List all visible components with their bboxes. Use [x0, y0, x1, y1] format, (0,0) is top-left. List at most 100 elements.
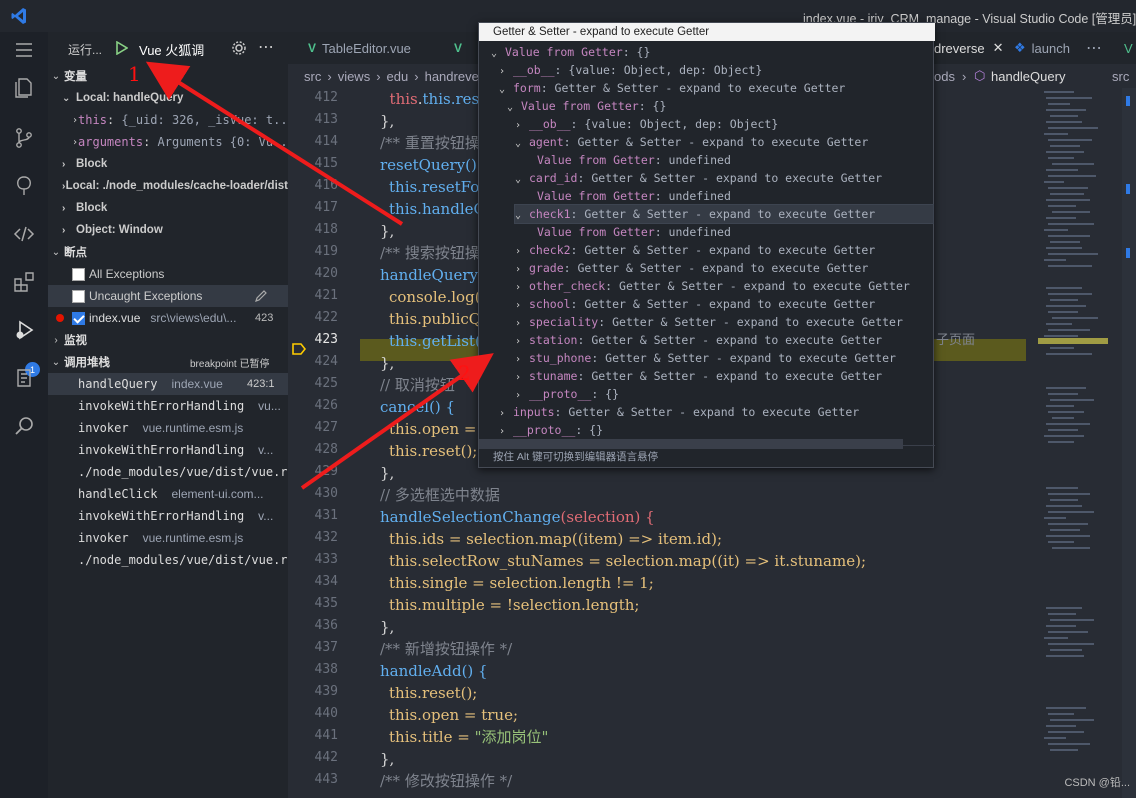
menu-icon[interactable]	[10, 36, 38, 64]
launch-config-select[interactable]: Vue 火狐调	[139, 40, 204, 59]
breakpoint-file[interactable]: index.vue src\views\edu\... 423	[48, 307, 288, 329]
callstack-frame[interactable]: handleQuery index.vue 423:1	[48, 373, 288, 395]
breakpoint-arrow-icon	[292, 343, 306, 355]
gear-icon[interactable]	[231, 40, 247, 56]
frame-name: invokeWithErrorHandling	[78, 443, 245, 457]
hover-tree-row[interactable]: › station: Getter & Setter - expand to ex…	[515, 331, 882, 349]
variable-this[interactable]: › this: {_uid: 326, _isVue: t...	[48, 109, 288, 131]
start-debug-icon[interactable]	[116, 41, 128, 55]
variable-arguments[interactable]: › arguments: Arguments {0: Vu...	[48, 131, 288, 153]
hover-tree-row[interactable]: Value from Getter: undefined	[523, 151, 731, 169]
hover-tree-row[interactable]: › check2: Getter & Setter - expand to exe…	[515, 241, 875, 259]
hover-key: speciality	[529, 315, 599, 329]
callstack-frame[interactable]: invoker vue.runtime.esm.js	[48, 527, 288, 549]
source-control-icon[interactable]	[10, 124, 38, 152]
hover-tree-row[interactable]: › __ob__: {value: Object, dep: Object}	[515, 115, 778, 133]
callstack-frame[interactable]: handleClick element-ui.com...	[48, 483, 288, 505]
hover-tree-row[interactable]: › speciality: Getter & Setter - expand to…	[515, 313, 903, 331]
edit-icon[interactable]	[254, 289, 268, 303]
search-icon[interactable]	[10, 412, 38, 440]
code-line: console.log(	[389, 288, 481, 306]
breakpoint-dot-icon	[56, 314, 64, 322]
close-icon[interactable]: ✕	[993, 40, 1004, 56]
hover-tree-row[interactable]: ⌄ Value from Getter: {}	[507, 97, 666, 115]
hover-tree-row[interactable]: › other_check: Getter & Setter - expand t…	[515, 277, 910, 295]
hover-value: : undefined	[654, 189, 731, 203]
code-line: // 取消按钮	[380, 376, 455, 394]
callstack-frame[interactable]: invokeWithErrorHandling vu...	[48, 395, 288, 417]
tab-tableeditor[interactable]: V TableEditor.vue	[308, 32, 411, 64]
breakpoints-header[interactable]: ⌄ 断点	[48, 241, 288, 263]
code-icon[interactable]	[10, 220, 38, 248]
breakpoint-uncaught-exceptions[interactable]: Uncaught Exceptions	[48, 285, 288, 307]
hover-tree-row[interactable]: › grade: Getter & Setter - expand to exec…	[515, 259, 868, 277]
test-icon[interactable]	[10, 364, 38, 392]
crumb-views[interactable]: views	[338, 69, 371, 84]
code-line: handleSelectionChange(selection) {	[380, 508, 655, 526]
checkbox[interactable]	[72, 289, 85, 303]
tabs-more-icon[interactable]: ⋯	[1086, 32, 1102, 64]
callstack-header[interactable]: ⌄ 调用堆栈 breakpoint 已暂停	[48, 351, 288, 373]
chevron-right-icon: ›	[962, 68, 967, 84]
vue-file-icon: V	[454, 41, 463, 55]
code-line: this.resetFo	[389, 178, 480, 196]
callstack-frame[interactable]: invoker vue.runtime.esm.js	[48, 417, 288, 439]
line-number: 421	[314, 288, 338, 303]
minimap[interactable]	[1038, 88, 1108, 798]
hover-tree-row[interactable]: ⌄ check1: Getter & Setter - expand to exe…	[514, 204, 934, 224]
breakpoint-all-exceptions[interactable]: All Exceptions	[48, 263, 288, 285]
line-number: 424	[314, 354, 338, 369]
crumb-edu[interactable]: edu	[387, 69, 409, 84]
scope-local-module[interactable]: › Local: ./node_modules/cache-loader/dist	[48, 175, 288, 197]
run-debug-icon[interactable]	[10, 316, 38, 344]
crumb-src-2[interactable]: src	[1112, 69, 1129, 84]
callstack-frame[interactable]: invokeWithErrorHandling v...	[48, 439, 288, 461]
hover-tree-row[interactable]: ⌄ card_id: Getter & Setter - expand to ex…	[515, 169, 882, 187]
tab-handreverse[interactable]: dreverse ✕	[934, 32, 1003, 64]
watch-header[interactable]: › 监视	[48, 329, 288, 351]
scope-block-2[interactable]: › Block	[48, 197, 288, 219]
scope-window[interactable]: › Object: Window	[48, 219, 288, 241]
hover-tree-row[interactable]: › inputs: Getter & Setter - expand to exe…	[499, 403, 859, 421]
crumb-methods[interactable]: ods	[934, 69, 955, 84]
hover-tree-row[interactable]: ⌄ form: Getter & Setter - expand to execu…	[499, 79, 845, 97]
checkbox[interactable]	[72, 311, 85, 325]
hover-tree-row[interactable]: Value from Getter: undefined	[523, 223, 731, 241]
hover-value: : Getter & Setter - expand to execute Ge…	[577, 333, 883, 347]
tab-launch[interactable]: ❖ launch	[1014, 32, 1070, 64]
more-icon[interactable]: ⋯	[258, 37, 274, 57]
scope-local[interactable]: ⌄ Local: handleQuery	[48, 87, 288, 109]
tree-icon[interactable]	[10, 172, 38, 200]
crumb-src[interactable]: src	[304, 69, 321, 84]
variables-header[interactable]: ⌄ 变量	[48, 65, 288, 87]
hover-tree-row[interactable]: ⌄ Value from Getter: {}	[491, 43, 650, 61]
hover-tree-row[interactable]: › __proto__: {}	[499, 421, 603, 439]
chevron-right-icon: ›	[62, 158, 66, 170]
scope-block[interactable]: › Block	[48, 153, 288, 175]
explorer-icon[interactable]	[10, 74, 38, 102]
crumb-handlequery[interactable]: handleQuery	[991, 69, 1065, 84]
code-line: this.selectRow_stuNames = selection.map(…	[389, 552, 866, 570]
extensions-icon[interactable]	[10, 268, 38, 296]
hover-tree-row[interactable]: › stu_phone: Getter & Setter - expand to …	[515, 349, 896, 367]
callstack-frame[interactable]: ./node_modules/vue/dist/vue.ru	[48, 461, 288, 483]
hover-tree-row[interactable]: Value from Getter: undefined	[523, 187, 731, 205]
debug-hover-widget[interactable]: Getter & Setter - expand to execute Gett…	[478, 22, 935, 468]
checkbox[interactable]	[72, 267, 85, 281]
hover-key: __proto__	[529, 387, 592, 401]
callstack-frame[interactable]: invokeWithErrorHandling v...	[48, 505, 288, 527]
hover-tree-row[interactable]: ⌄ agent: Getter & Setter - expand to exec…	[515, 133, 868, 151]
hover-tree-row[interactable]: › school: Getter & Setter - expand to exe…	[515, 295, 875, 313]
line-number: 420	[314, 266, 338, 281]
hover-key: __proto__	[513, 423, 576, 437]
callstack-frame[interactable]: ./node_modules/vue/dist/vue.ru	[48, 549, 288, 571]
hover-tree-row[interactable]: › __ob__: {value: Object, dep: Object}	[499, 61, 762, 79]
hover-tree-row[interactable]: › stuname: Getter & Setter - expand to ex…	[515, 367, 882, 385]
vertical-scrollbar[interactable]	[1122, 88, 1136, 798]
crumb-handreverse[interactable]: handrever	[425, 69, 484, 84]
hover-tree-row[interactable]: › __proto__: {}	[515, 385, 619, 403]
tab-index[interactable]: V	[454, 32, 468, 64]
tab-overflow[interactable]: V	[1124, 32, 1133, 64]
code-line: this.handleQ	[389, 200, 486, 218]
line-number: 431	[314, 508, 338, 523]
